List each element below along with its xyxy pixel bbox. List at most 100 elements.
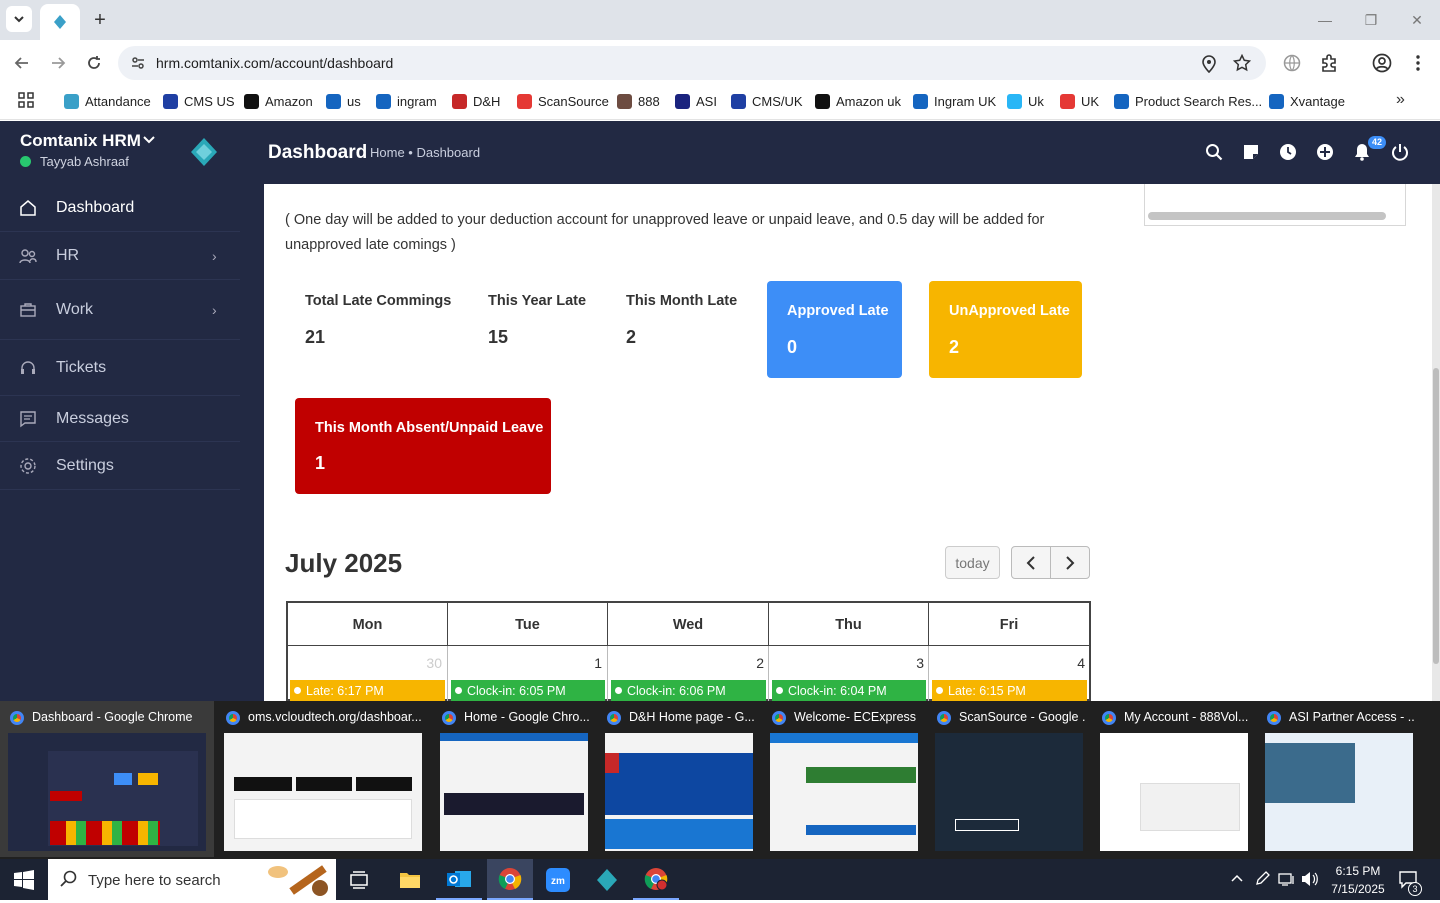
- extensions-icon[interactable]: [1319, 53, 1339, 78]
- location-icon[interactable]: [1201, 55, 1217, 78]
- bookmark-item[interactable]: Uk: [1007, 91, 1044, 111]
- sidebar-item-tickets[interactable]: Tickets: [0, 340, 240, 396]
- restore-button[interactable]: ❐: [1356, 8, 1386, 32]
- sidebar-item-work[interactable]: Work ›: [0, 280, 240, 340]
- horizontal-scrollbar[interactable]: [1148, 212, 1386, 220]
- active-tab[interactable]: [40, 4, 80, 40]
- bookmark-star-icon[interactable]: [1232, 53, 1252, 77]
- taskbar-preview[interactable]: ScanSource - Google ...: [927, 701, 1091, 857]
- bookmark-item[interactable]: Amazon: [244, 91, 313, 111]
- calendar-date[interactable]: 1: [560, 655, 602, 671]
- unapproved-late-tile[interactable]: UnApproved Late 2: [929, 281, 1082, 378]
- preview-image: [935, 733, 1083, 851]
- task-view-icon[interactable]: [336, 859, 382, 900]
- scrollbar-thumb[interactable]: [1433, 368, 1439, 664]
- sticky-note-icon[interactable]: [1240, 141, 1262, 163]
- calendar-date[interactable]: 30: [400, 655, 442, 671]
- file-explorer-icon[interactable]: [387, 859, 433, 900]
- back-button[interactable]: [10, 51, 34, 75]
- taskbar-clock[interactable]: 6:15 PM 7/15/2025: [1318, 862, 1398, 898]
- taskbar-preview[interactable]: Home - Google Chro...: [432, 701, 596, 857]
- tray-chevron-up-icon[interactable]: [1230, 872, 1244, 889]
- bookmark-item[interactable]: ScanSource: [517, 91, 609, 111]
- add-circle-icon[interactable]: [1314, 141, 1336, 163]
- bookmark-item[interactable]: us: [326, 91, 361, 111]
- sidebar-item-label: Messages: [56, 409, 129, 427]
- chevron-down-icon[interactable]: [142, 132, 156, 149]
- calendar-event[interactable]: Clock-in: 6:05 PM: [451, 680, 605, 701]
- breadcrumb[interactable]: Home • Dashboard: [370, 145, 480, 160]
- bookmark-item[interactable]: ingram: [376, 91, 437, 111]
- clock-icon[interactable]: [1277, 141, 1299, 163]
- tile-value: 0: [787, 337, 798, 357]
- bookmark-item[interactable]: 888: [617, 91, 660, 111]
- bookmark-item[interactable]: UK: [1060, 91, 1099, 111]
- bookmark-item[interactable]: Ingram UK: [913, 91, 996, 111]
- forward-button[interactable]: [46, 51, 70, 75]
- bookmark-item[interactable]: Attandance: [64, 91, 151, 111]
- sidebar-item-hr[interactable]: HR ›: [0, 232, 240, 280]
- user-name: Tayyab Ashraaf: [40, 154, 129, 169]
- calendar-event[interactable]: Late: 6:17 PM: [290, 680, 445, 701]
- volume-icon[interactable]: [1301, 871, 1319, 892]
- zoom-icon[interactable]: zm: [535, 859, 581, 900]
- taskbar-preview[interactable]: ASI Partner Access - ...: [1257, 701, 1421, 857]
- approved-late-tile[interactable]: Approved Late 0: [767, 281, 902, 378]
- profile-icon[interactable]: [1372, 53, 1392, 78]
- bookmark-item[interactable]: Amazon uk: [815, 91, 901, 111]
- new-tab-button[interactable]: +: [88, 8, 112, 32]
- url-text[interactable]: hrm.comtanix.com/account/dashboard: [156, 55, 393, 71]
- sidebar-item-messages[interactable]: Messages: [0, 396, 240, 442]
- site-info-icon[interactable]: [130, 55, 146, 76]
- bookmark-favicon-icon: [815, 93, 830, 109]
- taskbar-time: 6:15 PM: [1335, 864, 1381, 878]
- taskbar-preview[interactable]: D&H Home page - G...: [597, 701, 761, 857]
- calendar-event[interactable]: Late: 6:15 PM: [932, 680, 1087, 701]
- calendar-date[interactable]: 2: [722, 655, 764, 671]
- bookmark-item[interactable]: CMS/UK: [731, 91, 803, 111]
- bookmark-item[interactable]: D&H: [452, 91, 500, 111]
- minimize-button[interactable]: —: [1310, 8, 1340, 32]
- bookmark-item[interactable]: CMS US: [163, 91, 235, 111]
- search-icon[interactable]: [1203, 141, 1225, 163]
- next-month-button[interactable]: [1050, 546, 1090, 579]
- translate-icon[interactable]: [1283, 54, 1301, 77]
- pen-icon[interactable]: [1256, 871, 1270, 892]
- sidebar-item-dashboard[interactable]: Dashboard: [0, 184, 240, 232]
- taskbar-preview[interactable]: oms.vcloudtech.org/dashboar...: [216, 701, 430, 857]
- prev-month-button[interactable]: [1011, 546, 1051, 579]
- sidebar-item-label: Dashboard: [56, 198, 135, 216]
- briefcase-icon: [18, 300, 38, 320]
- tab-search-button[interactable]: [6, 6, 32, 32]
- calendar-date[interactable]: 4: [1043, 655, 1085, 671]
- bookmark-item[interactable]: ASI: [675, 91, 717, 111]
- bookmark-item[interactable]: Xvantage: [1269, 91, 1345, 111]
- more-menu-icon[interactable]: [1410, 53, 1426, 78]
- calendar-date[interactable]: 3: [882, 655, 924, 671]
- close-window-button[interactable]: ✕: [1402, 8, 1432, 32]
- search-highlight-icon: [258, 862, 334, 898]
- taskbar-preview[interactable]: Dashboard - Google Chrome: [0, 701, 214, 857]
- network-icon[interactable]: [1278, 871, 1296, 892]
- brand-name[interactable]: Comtanix HRM: [20, 131, 141, 151]
- chrome-profile-icon[interactable]: [633, 859, 679, 900]
- taskbar-preview[interactable]: My Account - 888Vol...: [1092, 701, 1256, 857]
- apps-grid-icon[interactable]: [18, 92, 34, 113]
- app-logo-icon[interactable]: [188, 136, 220, 168]
- sidebar-item-settings[interactable]: Settings: [0, 442, 240, 490]
- bookmark-favicon-icon: [617, 93, 632, 109]
- comtanix-app-icon[interactable]: [584, 859, 630, 900]
- taskbar-preview[interactable]: Welcome- ECExpress ...: [762, 701, 926, 857]
- reload-button[interactable]: [82, 51, 106, 75]
- calendar-event[interactable]: Clock-in: 6:04 PM: [772, 680, 926, 701]
- bookmarks-overflow-icon[interactable]: »: [1396, 91, 1405, 109]
- absent-leave-tile[interactable]: This Month Absent/Unpaid Leave 1: [295, 398, 551, 494]
- power-icon[interactable]: [1389, 141, 1411, 163]
- taskbar-search-placeholder[interactable]: Type here to search: [88, 872, 221, 889]
- windows-start-icon[interactable]: [14, 870, 34, 890]
- chrome-taskbar-icon[interactable]: [487, 859, 533, 900]
- today-button[interactable]: today: [945, 546, 1000, 579]
- bookmark-item[interactable]: Product Search Res...: [1114, 91, 1262, 111]
- outlook-icon[interactable]: [436, 859, 482, 900]
- calendar-event[interactable]: Clock-in: 6:06 PM: [611, 680, 766, 701]
